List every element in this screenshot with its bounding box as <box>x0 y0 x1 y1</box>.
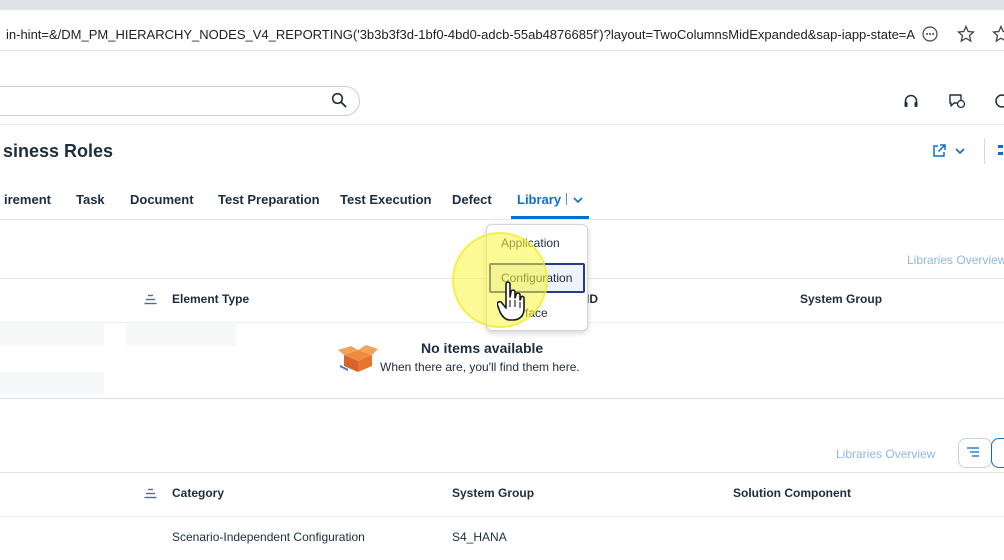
chevron-down-icon[interactable] <box>572 195 584 205</box>
extension-icon[interactable] <box>992 25 1004 43</box>
list-settings-icon <box>967 447 979 457</box>
tab-defect[interactable]: Defect <box>452 192 492 207</box>
hand-cursor-icon <box>497 281 525 321</box>
placeholder-cell <box>0 372 104 394</box>
chevron-down-icon[interactable] <box>954 146 966 156</box>
tab-document[interactable]: Document <box>130 192 194 207</box>
column-header-system-group[interactable]: System Group <box>800 292 882 306</box>
tabs-divider <box>0 219 1004 220</box>
empty-state-subtitle: When there are, you'll find them here. <box>380 360 580 374</box>
more-options-icon[interactable] <box>922 26 938 42</box>
shell-divider <box>0 124 1004 125</box>
tab-requirement[interactable]: irement <box>4 192 51 207</box>
placeholder-cell <box>126 324 236 346</box>
column-header-system-group[interactable]: System Group <box>452 486 534 500</box>
tab-separator <box>566 193 567 205</box>
share-icon[interactable] <box>931 143 947 159</box>
chrome-divider <box>0 50 1004 51</box>
tab-library[interactable]: Library <box>517 192 561 207</box>
tab-test-preparation[interactable]: Test Preparation <box>218 192 320 207</box>
libraries-overview-link[interactable]: Libraries Overview <box>907 253 1004 267</box>
bookmark-star-icon[interactable] <box>957 25 975 43</box>
table-cell-category[interactable]: Scenario-Independent Configuration <box>172 530 365 544</box>
page-title: siness Roles <box>3 141 114 161</box>
search-input[interactable] <box>0 86 360 116</box>
search-icon[interactable] <box>331 92 347 108</box>
help-icon[interactable] <box>993 93 1004 109</box>
browser-tab-strip <box>0 0 1004 10</box>
sort-icon[interactable] <box>144 294 157 305</box>
overflow-icon[interactable] <box>997 143 1004 159</box>
toolbar-button[interactable] <box>991 438 1004 468</box>
libraries-overview-link[interactable]: Libraries Overview <box>836 447 935 461</box>
header-separator <box>984 138 985 164</box>
empty-box-icon <box>338 345 378 372</box>
placeholder-cell <box>0 324 104 346</box>
empty-state-title: No items available <box>421 340 544 356</box>
table-cell-system-group[interactable]: S4_HANA <box>452 530 507 544</box>
headset-icon[interactable] <box>903 93 919 109</box>
sort-icon[interactable] <box>144 488 157 499</box>
tab-test-execution[interactable]: Test Execution <box>340 192 432 207</box>
url-text[interactable]: in-hint=&/DM_PM_HIERARCHY_NODES_V4_REPOR… <box>6 27 916 42</box>
chat-icon[interactable] <box>948 93 966 109</box>
column-header-category[interactable]: Category <box>172 486 224 500</box>
table-divider <box>0 472 1004 473</box>
table-header-divider <box>0 516 1004 517</box>
tab-task[interactable]: Task <box>76 192 105 207</box>
column-header-element-type[interactable]: Element Type <box>172 292 249 306</box>
column-header-solution-component[interactable]: Solution Component <box>733 486 851 500</box>
section-divider <box>0 398 1004 399</box>
